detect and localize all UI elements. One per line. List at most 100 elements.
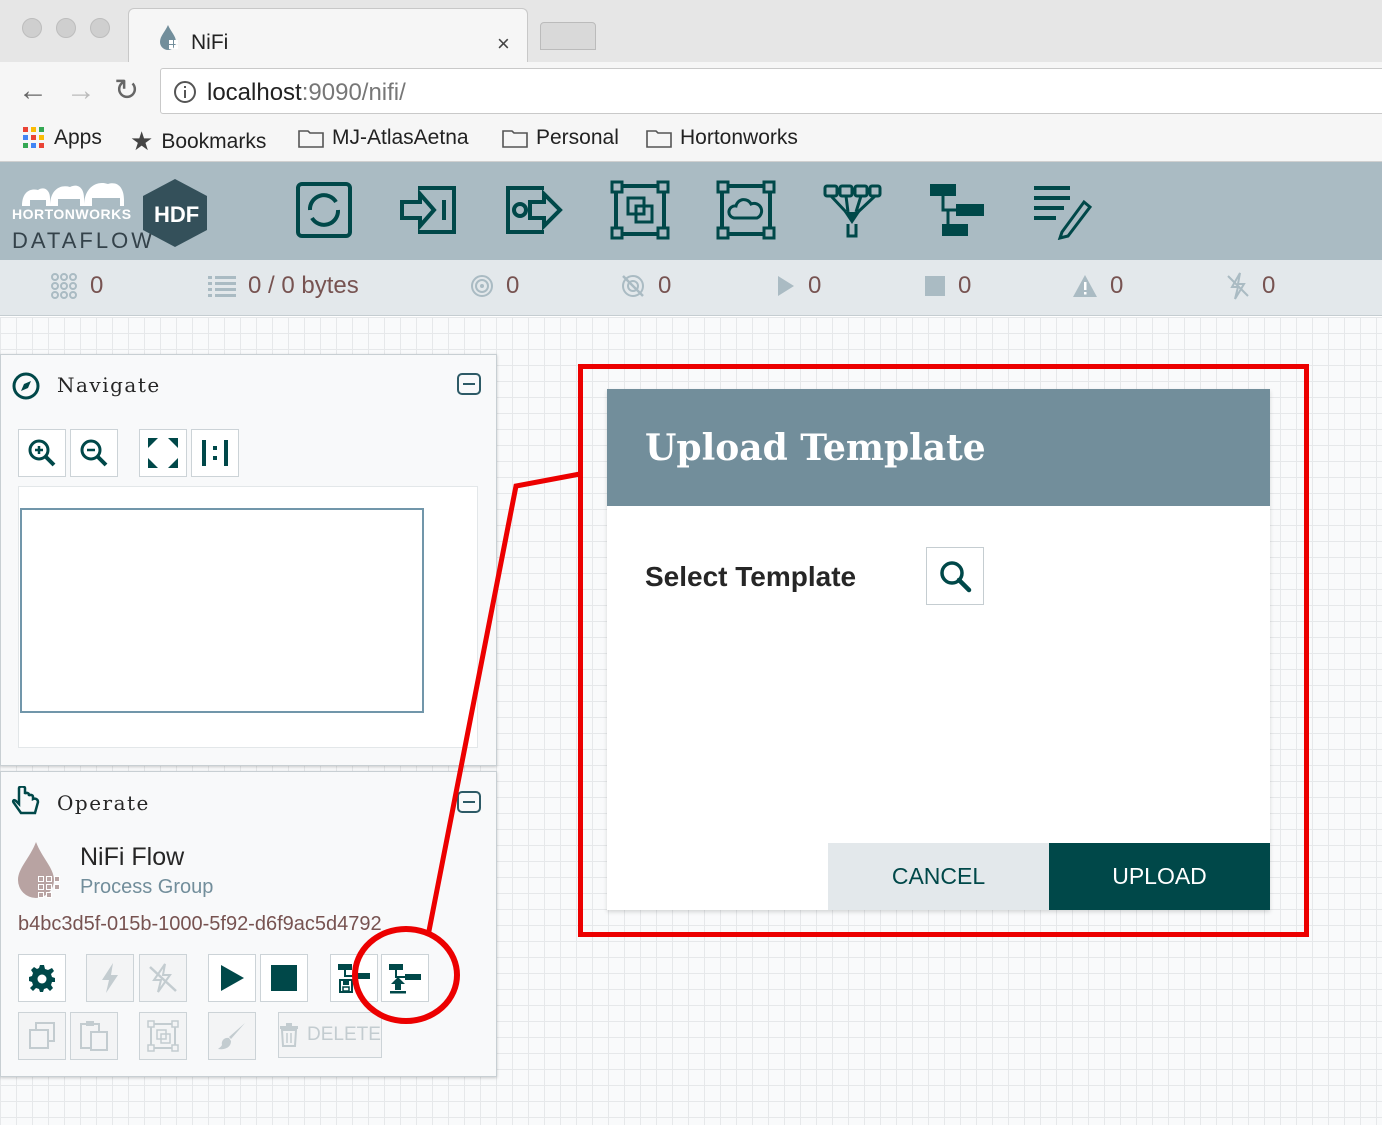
elephants-logo-icon (22, 182, 124, 206)
minimize-window-button[interactable] (56, 18, 76, 38)
active-threads-count: 0 (90, 272, 104, 299)
upload-template-button[interactable] (381, 954, 429, 1002)
address-bar[interactable]: localhost:9090/nifi/ (160, 68, 1382, 114)
zoom-out-icon (80, 439, 108, 467)
url-path: :9090/nifi/ (301, 79, 406, 106)
delete-label: DELETE (307, 1024, 381, 1045)
not-transmitting-stat: 0 (620, 272, 671, 300)
actual-size-icon (202, 440, 228, 466)
new-tab-button[interactable] (540, 22, 596, 50)
selection-id: b4bc3d5f-015b-1000-5f92-d6f9ac5d4792 (18, 913, 382, 935)
navigate-collapse-button[interactable] (457, 373, 481, 395)
disabled-count: 0 (1262, 272, 1276, 299)
birdseye-viewport[interactable] (20, 508, 424, 713)
disable-bolt-icon (149, 963, 177, 993)
actual-size-button[interactable] (191, 429, 239, 477)
play-icon (778, 276, 794, 296)
fit-screen-button[interactable] (139, 429, 187, 477)
back-arrow-icon[interactable]: ← (18, 76, 48, 106)
zoom-in-button[interactable] (18, 429, 66, 477)
operate-title: Operate (57, 791, 150, 815)
threads-grid-icon (51, 273, 77, 299)
funnel-icon[interactable] (822, 180, 882, 240)
output-port-icon[interactable] (504, 180, 564, 240)
bookmark-mj-atlasaetna[interactable]: MJ-AtlasAetna (298, 126, 469, 150)
folder-icon (298, 130, 324, 148)
trash-icon (280, 1023, 299, 1047)
paste-button[interactable] (70, 1012, 118, 1060)
process-group-icon[interactable] (610, 180, 670, 240)
save-template-icon (338, 964, 370, 993)
bookmark-label: Bookmarks (161, 129, 267, 153)
bookmarks-bar: Apps ★ Bookmarks MJ-AtlasAetna Personal … (0, 120, 1382, 162)
processor-icon[interactable] (294, 180, 354, 240)
not-transmitting-icon (622, 275, 644, 297)
apps-grid-icon (23, 127, 44, 148)
info-icon[interactable] (173, 80, 197, 104)
nifi-drop-icon (160, 25, 178, 50)
copy-button[interactable] (18, 1012, 66, 1060)
paintbrush-icon (218, 1023, 245, 1050)
play-icon (221, 965, 244, 991)
bookmark-label: Apps (54, 126, 102, 149)
change-color-button[interactable] (208, 1012, 256, 1060)
tab-close-icon[interactable]: × (497, 31, 510, 57)
process-group-drop-icon (18, 842, 60, 898)
bolt-icon (102, 963, 118, 993)
stop-button[interactable] (260, 954, 308, 1002)
nifi-header: HORTONWORKS DATAFLOW HDF (0, 162, 1382, 260)
queued-stat: 0 / 0 bytes (208, 272, 359, 300)
url-host: localhost (207, 79, 302, 106)
invalid-count: 0 (1110, 272, 1124, 299)
transmitting-icon (471, 275, 493, 297)
not-transmitting-count: 0 (658, 272, 672, 299)
fit-screen-icon (148, 438, 178, 468)
operate-collapse-button[interactable] (457, 791, 481, 813)
start-button[interactable] (208, 954, 256, 1002)
stop-icon (925, 276, 945, 296)
stopped-stat: 0 (924, 272, 971, 300)
maximize-window-button[interactable] (90, 18, 110, 38)
group-icon (147, 1020, 179, 1052)
bookmark-label: Hortonworks (680, 126, 798, 149)
browser-tab-nifi[interactable]: NiFi × (128, 8, 528, 62)
queued-value: 0 / 0 bytes (248, 272, 359, 299)
paste-icon (80, 1021, 108, 1051)
configure-button[interactable] (18, 954, 66, 1002)
disabled-bolt-icon (1227, 272, 1249, 300)
label-icon[interactable] (1032, 180, 1092, 240)
enable-button[interactable] (86, 954, 134, 1002)
invalid-stat: 0 (1072, 272, 1123, 300)
tab-title: NiFi (191, 31, 229, 54)
bookmark-personal[interactable]: Personal (502, 126, 619, 150)
dialog-highlight-box (578, 364, 1309, 937)
brand-badge: HDF (154, 202, 200, 227)
zoom-out-button[interactable] (70, 429, 118, 477)
bookmark-hortonworks[interactable]: Hortonworks (646, 126, 798, 150)
url-text: localhost:9090/nifi/ (207, 79, 406, 107)
star-icon: ★ (130, 126, 154, 156)
active-threads-stat: 0 (50, 272, 103, 300)
bookmark-bookmarks[interactable]: ★ Bookmarks (130, 126, 266, 157)
disable-button[interactable] (139, 954, 187, 1002)
create-template-button[interactable] (330, 954, 378, 1002)
input-port-icon[interactable] (398, 180, 458, 240)
upload-template-icon (389, 964, 421, 994)
template-icon[interactable] (926, 180, 986, 240)
delete-button[interactable]: DELETE (278, 1012, 382, 1058)
close-window-button[interactable] (22, 18, 42, 38)
group-button[interactable] (139, 1012, 187, 1060)
browser-tab-bar: NiFi × (0, 0, 1382, 62)
pointer-hand-icon (11, 786, 40, 815)
folder-icon (646, 130, 672, 148)
disabled-stat: 0 (1226, 272, 1275, 300)
reload-icon[interactable]: ↻ (114, 76, 139, 106)
remote-process-group-icon[interactable] (716, 180, 776, 240)
brand-company: HORTONWORKS (12, 206, 132, 222)
forward-arrow-icon[interactable]: → (66, 76, 96, 106)
transmitting-stat: 0 (470, 272, 519, 300)
brand-product: DATAFLOW (12, 228, 155, 253)
stop-icon (271, 965, 297, 991)
bookmark-apps[interactable]: Apps (22, 126, 102, 150)
transmitting-count: 0 (506, 272, 520, 299)
